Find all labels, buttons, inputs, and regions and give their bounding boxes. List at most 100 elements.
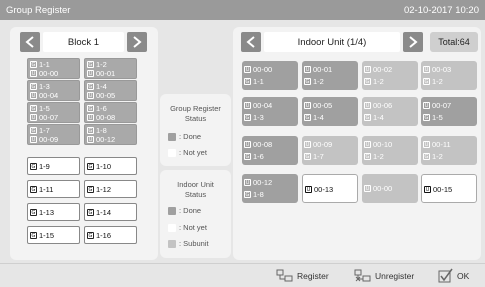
indoor-unit-icon: U <box>304 141 311 148</box>
indoor-unit-tile[interactable]: U 00-07 G 1-5 <box>421 97 477 126</box>
tile-text: 1-1 <box>253 77 264 86</box>
tile-text: 1-3 <box>253 113 264 122</box>
unit-page-navigator: Indoor Unit (1/4) <box>241 32 423 52</box>
next-unit-page-button[interactable] <box>403 32 423 52</box>
indoor-unit-tile[interactable]: U 00-06 G 1-4 <box>362 97 418 126</box>
indoor-unit-tile[interactable]: U 00-08 G 1-6 <box>242 136 298 165</box>
indoor-unit-tile[interactable]: U 00-03 G 1-2 <box>421 61 477 90</box>
indoor-unit-tile[interactable]: U 00-02 G 1-2 <box>362 61 418 90</box>
indoor-unit-tile[interactable]: U 00-09 G 1-7 <box>302 136 358 165</box>
tile-text: 00-07 <box>39 113 59 122</box>
legend-done: : Done <box>168 206 201 215</box>
tile-text: 00-12 <box>253 178 273 187</box>
group-tile[interactable]: G 1-11 <box>27 180 80 198</box>
tile-text: 1-12 <box>96 185 112 194</box>
unregister-button[interactable]: Unregister <box>354 268 414 284</box>
tile-line: G 1-15 <box>30 231 54 240</box>
tile-text: 00-00 <box>373 184 393 193</box>
group-icon: G <box>30 61 37 68</box>
indoor-unit-tile[interactable]: U 00-15 <box>421 174 477 203</box>
indoor-unit-tile[interactable]: U 00-12 G 1-8 <box>242 174 298 203</box>
tile-line: G 1-4 <box>304 113 324 122</box>
group-icon: G <box>30 209 37 216</box>
tile-line: U 00-12 <box>87 135 115 144</box>
indoor-unit-icon: U <box>364 185 371 192</box>
group-tile[interactable]: G 1-16 <box>84 226 137 244</box>
tile-line: G 1-14 <box>87 208 111 217</box>
tile-line: G 1-6 <box>87 104 107 113</box>
group-tile[interactable]: G 1-7 U 00-09 <box>27 124 80 145</box>
indoor-unit-tile[interactable]: U 00-00 G 1-1 <box>242 61 298 90</box>
indoor-unit-icon: U <box>364 102 371 109</box>
tile-line: G 1-1 <box>30 60 50 69</box>
legend-notyet: : Not yet <box>168 148 207 157</box>
tile-text: 1-2 <box>313 77 324 86</box>
tile-text: 1-6 <box>253 152 264 161</box>
chevron-right-icon <box>409 36 418 48</box>
screen-title: Group Register <box>6 4 71 16</box>
indoor-unit-icon: U <box>87 70 94 77</box>
tile-line: G 1-11 <box>30 185 53 194</box>
next-block-button[interactable] <box>127 32 147 52</box>
tile-line: G 1-5 <box>30 104 50 113</box>
tile-line: U 00-01 <box>304 65 332 74</box>
group-icon: G <box>244 114 251 121</box>
group-tile[interactable]: G 1-12 <box>84 180 137 198</box>
prev-unit-page-button[interactable] <box>241 32 261 52</box>
indoor-unit-tile[interactable]: U 00-10 G 1-2 <box>362 136 418 165</box>
group-icon: G <box>244 78 251 85</box>
tile-text: 00-04 <box>253 101 273 110</box>
indoor-unit-tile[interactable]: U 00-05 G 1-4 <box>302 97 358 126</box>
group-tile[interactable]: G 1-1 U 00-00 <box>27 58 80 79</box>
tile-text: 1-2 <box>432 77 443 86</box>
indoor-unit-tile[interactable]: U 00-04 G 1-3 <box>242 97 298 126</box>
tile-text: 00-04 <box>39 91 59 100</box>
tile-line: G 1-2 <box>87 60 107 69</box>
group-icon: G <box>364 78 371 85</box>
tile-line: G 1-3 <box>244 113 264 122</box>
tile-text: 1-2 <box>373 77 384 86</box>
ok-button[interactable]: OK <box>438 268 469 284</box>
group-tile[interactable]: G 1-4 U 00-05 <box>84 80 137 101</box>
indoor-unit-icon: U <box>244 66 251 73</box>
tile-line: U 00-08 <box>87 113 115 122</box>
tile-line: G 1-2 <box>423 152 443 161</box>
indoor-unit-tile[interactable]: U 00-01 G 1-2 <box>302 61 358 90</box>
tile-text: 1-16 <box>96 231 112 240</box>
group-icon: G <box>30 127 37 134</box>
tile-line: U 00-00 <box>244 65 272 74</box>
tile-text: 1-2 <box>432 152 443 161</box>
register-button[interactable]: Register <box>276 268 329 284</box>
tile-text: 1-4 <box>313 113 324 122</box>
group-tile[interactable]: G 1-2 U 00-01 <box>84 58 137 79</box>
tile-line: U 00-13 <box>305 185 333 194</box>
group-tile[interactable]: G 1-10 <box>84 157 137 175</box>
tile-text: 00-08 <box>253 140 273 149</box>
indoor-unit-icon: U <box>304 102 311 109</box>
indoor-unit-icon: U <box>244 179 251 186</box>
legend-subunit-label: : Subunit <box>179 239 209 248</box>
block-label: Block 1 <box>43 32 124 52</box>
indoor-unit-icon: U <box>364 141 371 148</box>
group-tile[interactable]: G 1-15 <box>27 226 80 244</box>
date-time: 02-10-2017 10:20 <box>403 4 479 16</box>
indoor-unit-tile[interactable]: U 00-00 <box>362 174 418 203</box>
prev-block-button[interactable] <box>20 32 40 52</box>
tile-line: U 00-04 <box>244 101 272 110</box>
title-bar: Group Register 02-10-2017 10:20 <box>0 0 485 20</box>
group-icon: G <box>304 78 311 85</box>
tile-text: 1-5 <box>432 113 443 122</box>
group-tile[interactable]: G 1-8 U 00-12 <box>84 124 137 145</box>
group-tile[interactable]: G 1-13 <box>27 203 80 221</box>
indoor-unit-tile[interactable]: U 00-13 <box>302 174 358 203</box>
group-tile[interactable]: G 1-6 U 00-08 <box>84 102 137 123</box>
group-tile[interactable]: G 1-9 <box>27 157 80 175</box>
group-tile[interactable]: G 1-3 U 00-04 <box>27 80 80 101</box>
group-tile[interactable]: G 1-14 <box>84 203 137 221</box>
group-icon: G <box>244 191 251 198</box>
group-icon: G <box>244 153 251 160</box>
indoor-unit-icon: U <box>244 102 251 109</box>
group-icon: G <box>87 83 94 90</box>
group-tile[interactable]: G 1-5 U 00-07 <box>27 102 80 123</box>
indoor-unit-tile[interactable]: U 00-11 G 1-2 <box>421 136 477 165</box>
